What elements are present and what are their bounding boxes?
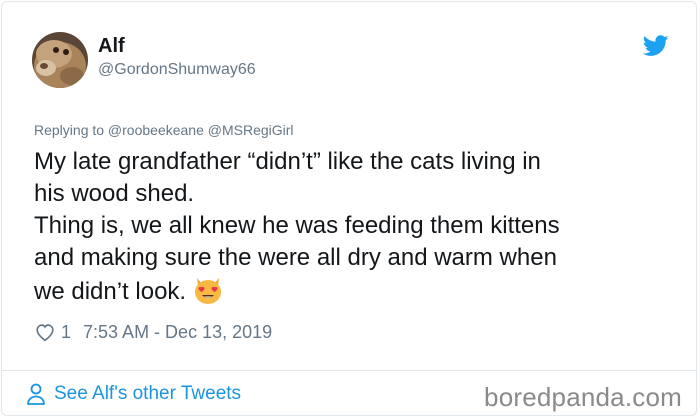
tweet-line-text: we didn’t look. (34, 278, 187, 305)
heart-icon[interactable] (34, 321, 56, 343)
tweet-card: Alf @GordonShumway66 Replying to @roobee… (1, 1, 697, 416)
tweet-line: his wood shed. (34, 180, 195, 207)
reply-line: Replying to @roobeekeane @MSRegiGirl (34, 122, 294, 138)
tweet-line: and making sure the were all dry and war… (34, 244, 557, 271)
boredpanda-watermark: boredpanda.com (484, 382, 682, 412)
tweet-meta: 1 7:53 AM - Dec 13, 2019 (34, 320, 272, 344)
person-icon (27, 383, 45, 405)
smiling-cat-heart-eyes-icon (195, 278, 222, 304)
tweet-line-last: we didn’t look. (34, 274, 674, 308)
alf-avatar-icon (32, 32, 88, 88)
tweet-line: My late grandfather “didn’t” like the ca… (34, 148, 541, 175)
see-other-tweets-label[interactable]: See Alf's other Tweets (54, 383, 241, 405)
author-handle[interactable]: @GordonShumway66 (98, 61, 256, 79)
see-other-tweets-link[interactable]: See Alf's other Tweets (26, 383, 241, 405)
divider (2, 370, 696, 371)
avatar[interactable] (32, 32, 88, 88)
like-count: 1 (61, 321, 72, 342)
tweet-text: My late grandfather “didn’t” like the ca… (34, 146, 674, 308)
timestamp[interactable]: 7:53 AM - Dec 13, 2019 (83, 322, 272, 343)
tweet-line: Thing is, we all knew he was feeding the… (34, 212, 560, 239)
author-name[interactable]: Alf (98, 35, 125, 58)
twitter-bird-icon[interactable] (643, 35, 669, 57)
